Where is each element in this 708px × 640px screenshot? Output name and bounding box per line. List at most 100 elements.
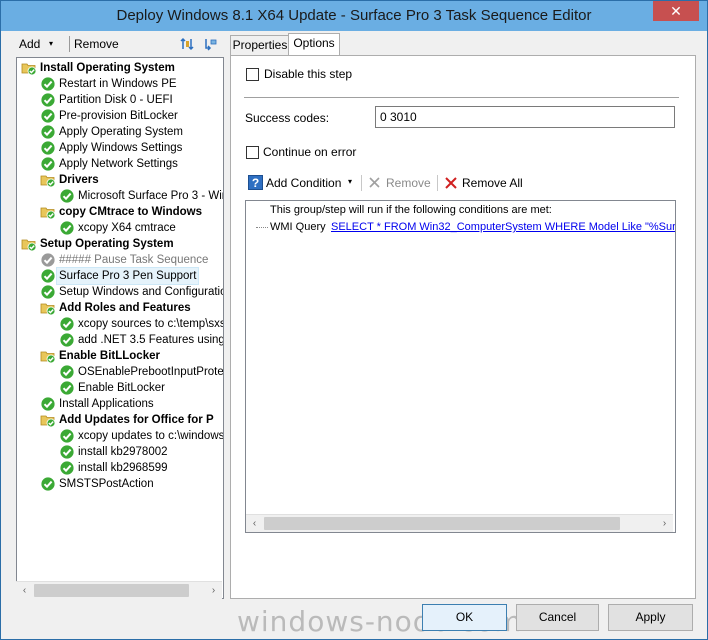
grey-check-icon bbox=[40, 252, 56, 268]
condition-connector bbox=[256, 227, 268, 228]
continue-on-error-checkbox[interactable] bbox=[246, 146, 259, 159]
folder-check-icon bbox=[40, 348, 56, 364]
folder-check-icon bbox=[21, 236, 37, 252]
green-check-icon bbox=[40, 284, 56, 300]
tree-node-label: copy CMtrace to Windows bbox=[59, 206, 203, 218]
options-divider bbox=[244, 97, 679, 98]
green-check-icon bbox=[40, 76, 56, 92]
tab-options[interactable]: Options bbox=[288, 33, 340, 56]
tree-node-label: Microsoft Surface Pro 3 - Wind bbox=[78, 190, 224, 202]
scroll-left-icon[interactable]: ‹ bbox=[246, 515, 263, 532]
tree-node-label: xcopy updates to c:\windows\ bbox=[78, 430, 224, 442]
tree-node-label: OSEnablePrebootInputProtect bbox=[78, 366, 224, 378]
tree-node-label: Install Applications bbox=[59, 398, 154, 410]
remove-condition-icon bbox=[369, 177, 380, 188]
green-check-icon bbox=[40, 108, 56, 124]
conditions-separator bbox=[361, 175, 362, 191]
ok-button[interactable]: OK bbox=[422, 604, 507, 631]
conditions-horizontal-scrollbar[interactable]: ‹ › bbox=[246, 514, 673, 532]
remove-all-icon bbox=[445, 177, 457, 189]
add-condition-icon[interactable]: ? bbox=[248, 175, 263, 190]
add-label: Add bbox=[19, 37, 41, 51]
remove-condition-button[interactable]: Remove bbox=[386, 176, 431, 190]
green-check-icon bbox=[40, 396, 56, 412]
task-sequence-editor-window: Deploy Windows 8.1 X64 Update - Surface … bbox=[0, 0, 708, 640]
scroll-left-icon[interactable]: ‹ bbox=[16, 582, 33, 599]
tree-node-label: Install Operating System bbox=[40, 62, 175, 74]
remove-label: Remove bbox=[74, 37, 119, 51]
tree-node-label: Surface Pro 3 Pen Support bbox=[55, 267, 200, 285]
tree-node-label: SMSTSPostAction bbox=[59, 478, 154, 490]
tree-node-label: Enable BitLLocker bbox=[59, 350, 160, 362]
green-check-icon bbox=[59, 332, 75, 348]
tree-node-label: Partition Disk 0 - UEFI bbox=[59, 94, 173, 106]
add-dropdown-icon[interactable]: ▾ bbox=[49, 39, 53, 48]
tree-scrollbar-thumb[interactable] bbox=[34, 584, 189, 597]
tree-node-label: Apply Network Settings bbox=[59, 158, 178, 170]
tree-node-label: add .NET 3.5 Features using D bbox=[78, 334, 224, 346]
tree-horizontal-scrollbar[interactable]: ‹ › bbox=[16, 581, 222, 599]
tree-node-label: install kb2978002 bbox=[78, 446, 168, 458]
add-condition-button[interactable]: Add Condition bbox=[266, 176, 341, 190]
tree-node-label: ##### Pause Task Sequence bbox=[59, 254, 209, 266]
green-check-icon bbox=[59, 316, 75, 332]
green-check-icon bbox=[59, 220, 75, 236]
green-check-icon bbox=[40, 268, 56, 284]
title-bar: Deploy Windows 8.1 X64 Update - Surface … bbox=[1, 1, 707, 31]
folder-check-icon bbox=[40, 172, 56, 188]
tree-node-label: Add Updates for Office for P bbox=[59, 414, 214, 426]
condition-type: WMI Query bbox=[270, 221, 326, 233]
green-check-icon bbox=[59, 444, 75, 460]
remove-all-button[interactable]: Remove All bbox=[462, 176, 523, 190]
tab-properties[interactable]: Properties bbox=[230, 35, 290, 55]
folder-check-icon bbox=[40, 204, 56, 220]
tree-node-label: Apply Windows Settings bbox=[59, 142, 183, 154]
green-check-icon bbox=[40, 124, 56, 140]
window-title: Deploy Windows 8.1 X64 Update - Surface … bbox=[116, 7, 592, 24]
green-check-icon bbox=[59, 364, 75, 380]
green-check-icon bbox=[40, 156, 56, 172]
toolbar-separator bbox=[69, 36, 70, 52]
scroll-right-icon[interactable]: › bbox=[205, 582, 222, 599]
tree-node-label: Apply Operating System bbox=[59, 126, 184, 138]
scroll-right-icon[interactable]: › bbox=[656, 515, 673, 532]
tree-node-label: xcopy X64 cmtrace bbox=[78, 222, 176, 234]
conditions-scrollbar-thumb[interactable] bbox=[264, 517, 620, 530]
conditions-list[interactable]: This group/step will run if the followin… bbox=[245, 200, 676, 533]
add-menu-button[interactable]: Add bbox=[19, 37, 40, 51]
move-up-down-icon[interactable] bbox=[180, 36, 196, 52]
green-check-icon bbox=[40, 92, 56, 108]
close-button[interactable]: ✕ bbox=[653, 1, 699, 21]
success-codes-label: Success codes: bbox=[245, 111, 330, 125]
continue-on-error-label: Continue on error bbox=[263, 145, 357, 159]
add-condition-dropdown-icon[interactable]: ▾ bbox=[348, 177, 352, 186]
disable-step-checkbox[interactable] bbox=[246, 68, 259, 81]
conditions-toolbar: ? Add Condition ▾ Remove Remove All bbox=[244, 172, 674, 194]
tree-node-label: Drivers bbox=[59, 174, 99, 186]
folder-check-icon bbox=[40, 300, 56, 316]
green-check-icon bbox=[59, 188, 75, 204]
disable-step-label: Disable this step bbox=[264, 67, 353, 81]
green-check-icon bbox=[40, 476, 56, 492]
tree-node-label: Setup Windows and Configuration bbox=[59, 286, 224, 298]
tree-node-label: Setup Operating System bbox=[40, 238, 174, 250]
tree-node-label: Enable BitLocker bbox=[78, 382, 165, 394]
tree-node-label: xcopy sources to c:\temp\sxs bbox=[78, 318, 224, 330]
apply-button[interactable]: Apply bbox=[608, 604, 693, 631]
wmi-query-link[interactable]: SELECT * FROM Win32_ComputerSystem WHERE… bbox=[331, 221, 675, 233]
conditions-header: This group/step will run if the followin… bbox=[270, 204, 552, 216]
tree-node-label: install kb2968599 bbox=[78, 462, 168, 474]
green-check-icon bbox=[59, 428, 75, 444]
move-down-icon[interactable] bbox=[202, 36, 218, 52]
remove-button[interactable]: Remove bbox=[74, 37, 119, 51]
green-check-icon bbox=[40, 140, 56, 156]
tree-node-label: Restart in Windows PE bbox=[59, 78, 177, 90]
svg-text:?: ? bbox=[252, 176, 259, 190]
green-check-icon bbox=[59, 380, 75, 396]
tree-node-label: Pre-provision BitLocker bbox=[59, 110, 178, 122]
cancel-button[interactable]: Cancel bbox=[516, 604, 599, 631]
success-codes-input[interactable]: 0 3010 bbox=[375, 106, 675, 128]
tree-node-label: Add Roles and Features bbox=[59, 302, 191, 314]
task-sequence-tree[interactable]: Install Operating System Restart in Windo… bbox=[16, 57, 224, 599]
green-check-icon bbox=[59, 460, 75, 476]
